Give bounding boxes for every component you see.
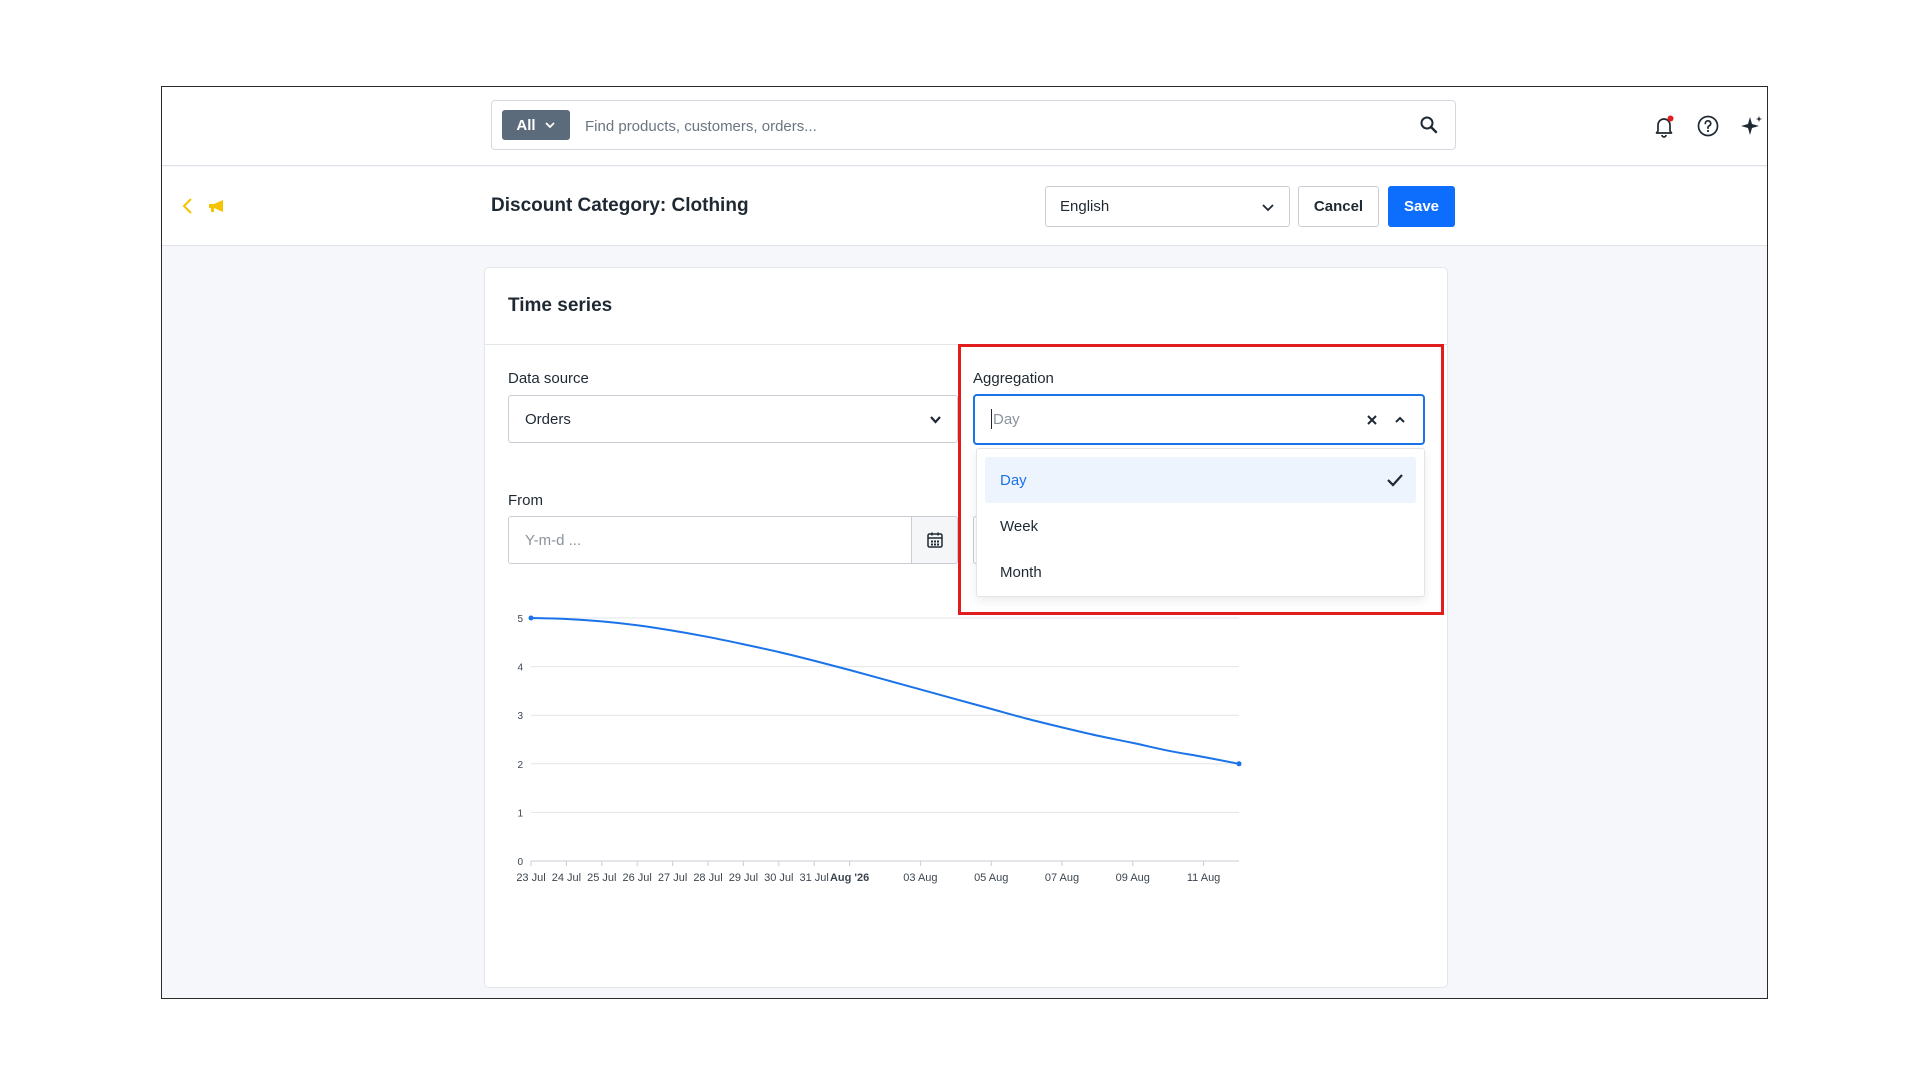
x-tick-label: 23 Jul	[516, 872, 545, 884]
clear-icon[interactable]	[1365, 413, 1379, 427]
x-tick-label: 07 Aug	[1045, 872, 1079, 884]
megaphone-icon	[209, 200, 223, 212]
y-tick-label: 4	[517, 663, 523, 674]
search-input[interactable]	[585, 113, 1385, 139]
aggregation-option-month[interactable]: Month	[985, 549, 1416, 595]
y-tick-label: 5	[517, 614, 523, 625]
calendar-icon	[926, 532, 943, 548]
x-tick-label: 26 Jul	[623, 872, 652, 884]
aggregation-option-day[interactable]: Day	[985, 457, 1416, 503]
chevron-down-icon	[544, 122, 555, 129]
bell-icon[interactable]	[1652, 114, 1676, 138]
aggregation-label: Aggregation	[973, 370, 1054, 387]
series-point-start	[528, 615, 534, 621]
time-series-card: Time series Data source Orders Aggregati…	[484, 267, 1448, 988]
data-source-select[interactable]: Orders	[508, 395, 958, 443]
save-button[interactable]: Save	[1388, 186, 1455, 227]
card-title: Time series	[508, 295, 613, 316]
x-tick-label: 03 Aug	[903, 872, 937, 884]
x-tick-label: 25 Jul	[587, 872, 616, 884]
x-tick-label: 09 Aug	[1116, 872, 1150, 884]
language-select[interactable]: English	[1045, 186, 1290, 227]
search-scope-button[interactable]: All	[502, 110, 570, 140]
page-title: Discount Category: Clothing	[491, 195, 749, 216]
language-value: English	[1060, 198, 1110, 215]
search-scope-label: All	[516, 116, 536, 134]
x-tick-label: 28 Jul	[693, 872, 722, 884]
notification-dot	[1667, 115, 1674, 122]
option-label: Month	[1000, 563, 1042, 581]
y-tick-label: 0	[517, 857, 523, 868]
top-bar: All	[162, 87, 1767, 166]
x-tick-label: 27 Jul	[658, 872, 687, 884]
aggregation-select[interactable]: Day	[973, 394, 1425, 445]
text-caret	[991, 409, 992, 429]
x-tick-label: 31 Jul	[800, 872, 829, 884]
calendar-button[interactable]	[911, 516, 958, 564]
series-line	[530, 617, 1240, 765]
y-tick-label: 1	[517, 808, 523, 819]
x-tick-label: Aug '26	[830, 872, 869, 884]
from-date-input[interactable]	[508, 516, 911, 564]
x-tick-label: 30 Jul	[764, 872, 793, 884]
help-icon[interactable]	[1696, 114, 1720, 138]
option-label: Day	[1000, 471, 1027, 489]
cancel-button[interactable]: Cancel	[1298, 186, 1379, 227]
option-label: Week	[1000, 517, 1039, 535]
aggregation-dropdown: Day Week Month	[976, 448, 1425, 597]
chevron-down-icon	[930, 415, 941, 424]
aggregation-option-week[interactable]: Week	[985, 503, 1416, 549]
chevron-down-icon	[1262, 203, 1274, 211]
app-window: All Discount Category: Clothing	[161, 86, 1768, 999]
x-tick-label: 29 Jul	[729, 872, 758, 884]
global-search: All	[491, 100, 1456, 150]
page-header: Discount Category: Clothing English Canc…	[162, 167, 1767, 246]
from-label: From	[508, 492, 543, 509]
x-tick-label: 24 Jul	[552, 872, 581, 884]
sparkle-ai-icon[interactable]	[1740, 114, 1764, 138]
search-icon[interactable]	[1419, 115, 1439, 135]
time-series-chart: 0 1 2 3 4 5 23 Jul 24 Jul 25 Jul 26 Jul 27 Jul 28 J…	[516, 614, 1242, 884]
card-divider	[485, 344, 1447, 345]
x-tick-label: 11 Aug	[1187, 872, 1220, 884]
data-source-value: Orders	[525, 410, 571, 428]
y-tick-label: 2	[517, 760, 523, 771]
back-chevron-icon[interactable]	[180, 196, 196, 216]
aggregation-value: Day	[993, 411, 1020, 428]
series-point-end	[1236, 761, 1242, 767]
x-tick-label: 05 Aug	[974, 872, 1008, 884]
chevron-up-icon[interactable]	[1393, 413, 1407, 427]
data-source-label: Data source	[508, 370, 589, 387]
check-icon	[1387, 474, 1403, 487]
y-tick-label: 3	[517, 711, 523, 722]
